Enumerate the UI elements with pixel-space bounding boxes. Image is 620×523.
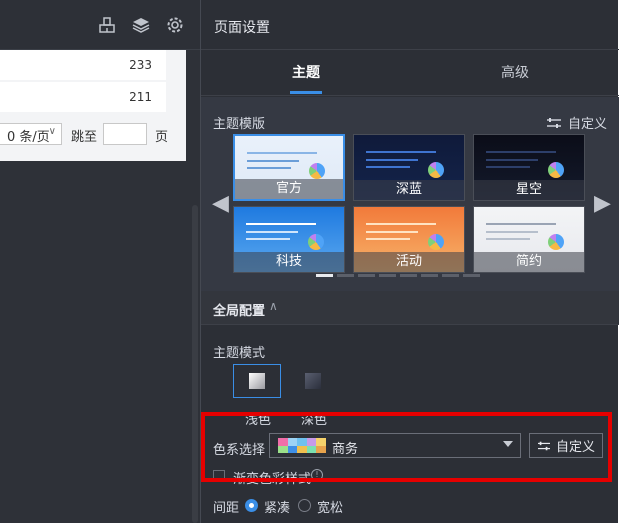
palette-swatch <box>287 438 298 446</box>
pagination-dot[interactable] <box>358 274 375 277</box>
light-mode-swatch <box>249 373 265 389</box>
panel-title: 页面设置 <box>214 20 270 36</box>
scrollbar[interactable] <box>192 205 198 523</box>
chevron-down-icon: ∨ <box>48 126 56 137</box>
active-tab-indicator <box>290 91 322 94</box>
page-suffix: 页 <box>155 130 169 145</box>
palette-swatch <box>316 438 326 446</box>
theme-name: 官方 <box>235 179 343 199</box>
theme-thumb-tech[interactable]: 科技 <box>233 206 345 273</box>
tab-advanced[interactable]: 高级 <box>501 62 529 82</box>
palette-swatch <box>287 445 298 453</box>
pagination-dot[interactable] <box>442 274 459 277</box>
table-row: 233 <box>0 50 166 80</box>
theme-mode-label: 主题模式 <box>213 346 266 361</box>
theme-mode-light[interactable] <box>233 364 281 398</box>
spacing-loose-radio[interactable] <box>298 499 311 512</box>
sliders-icon <box>547 117 561 128</box>
info-icon[interactable]: ! <box>311 469 323 481</box>
palette-label: 色系选择 <box>213 443 266 458</box>
page-size-select[interactable]: 0 条/页 ∨ <box>0 123 62 145</box>
page-size-label: 0 条/页 <box>7 130 50 145</box>
palette-custom-label: 自定义 <box>555 440 595 455</box>
chevron-up-icon: ∧ <box>269 299 278 313</box>
gradient-checkbox[interactable] <box>213 470 225 482</box>
theme-thumb-deepblue[interactable]: 深蓝 <box>353 134 465 201</box>
theme-thumb-event[interactable]: 活动 <box>353 206 465 273</box>
global-config-label: 全局配置 <box>213 304 266 319</box>
cell-value: 233 <box>129 58 152 72</box>
template-custom-button[interactable]: 自定义 <box>546 113 607 132</box>
pagination-dot[interactable] <box>421 274 438 277</box>
theme-mode-dark[interactable] <box>289 364 337 398</box>
palette-swatch <box>278 438 288 446</box>
table-row: 211 <box>0 82 166 112</box>
left-toolbar <box>0 0 200 50</box>
pagination-dot[interactable] <box>337 274 354 277</box>
theme-name: 活动 <box>354 252 464 272</box>
pagination: 0 条/页 ∨ 跳至 页 <box>0 120 186 150</box>
theme-thumb-simple[interactable]: 简约 <box>473 206 585 273</box>
spacing-compact-label: 紧凑 <box>264 501 291 516</box>
palette-swatch <box>278 445 288 453</box>
palette-swatch <box>297 445 307 453</box>
palette-select[interactable]: 商务 <box>269 433 521 458</box>
theme-name: 深蓝 <box>354 180 464 200</box>
pagination-dot[interactable] <box>379 274 396 277</box>
tab-bar: 主题 高级 <box>201 50 619 96</box>
template-custom-label: 自定义 <box>568 117 608 132</box>
next-arrow-icon[interactable]: ▶ <box>594 193 611 215</box>
sliders-icon <box>537 441 550 450</box>
mode-light-label: 浅色 <box>245 413 272 428</box>
palette-swatch <box>306 445 317 453</box>
theme-templates-label: 主题模版 <box>213 117 266 132</box>
palette-swatch <box>316 445 326 453</box>
page-jump-input[interactable] <box>103 123 147 145</box>
theme-thumb-starry[interactable]: 星空 <box>473 134 585 201</box>
spacing-compact-radio[interactable] <box>245 499 258 512</box>
theme-thumb-official[interactable]: 官方 <box>233 134 345 201</box>
background-page: 233 211 0 条/页 ∨ 跳至 页 <box>0 0 200 523</box>
theme-name: 星空 <box>474 180 584 200</box>
palette-custom-button[interactable]: 自定义 <box>529 433 603 458</box>
gear-icon[interactable] <box>165 15 185 35</box>
panel-header: 页面设置 <box>201 0 619 50</box>
palette-swatch <box>297 438 307 446</box>
prev-arrow-icon[interactable]: ◀ <box>212 193 229 215</box>
palette-value: 商务 <box>332 442 359 457</box>
theme-name: 简约 <box>474 252 584 272</box>
spacing-label: 间距 <box>213 501 240 516</box>
pagination-dot[interactable] <box>400 274 417 277</box>
theme-name: 科技 <box>234 252 344 272</box>
layers-icon[interactable] <box>131 15 151 35</box>
pagination-dot[interactable] <box>463 274 480 277</box>
caret-down-icon <box>503 441 513 447</box>
pagination-dot[interactable] <box>316 274 333 277</box>
palette-swatch <box>306 438 317 446</box>
global-config-header[interactable]: 全局配置 ∧ <box>201 291 619 325</box>
mode-dark-label: 深色 <box>301 413 328 428</box>
jump-label: 跳至 <box>71 130 98 145</box>
dark-mode-swatch <box>305 373 321 389</box>
cell-value: 211 <box>129 90 152 104</box>
gradient-label: 渐变色彩样式 <box>233 472 312 487</box>
tab-theme[interactable]: 主题 <box>292 62 320 82</box>
brush-icon[interactable] <box>97 15 117 35</box>
spacing-loose-label: 宽松 <box>317 501 344 516</box>
palette-color-preview <box>278 438 326 453</box>
